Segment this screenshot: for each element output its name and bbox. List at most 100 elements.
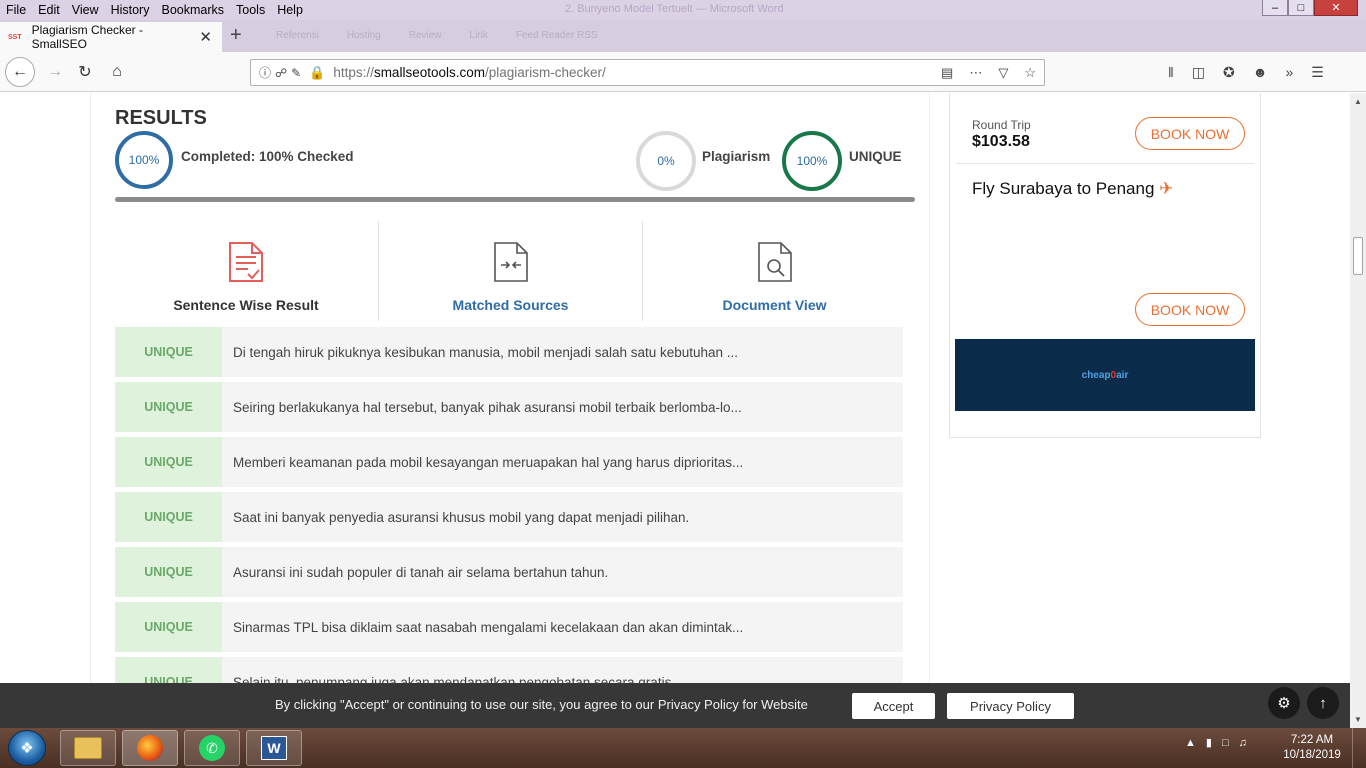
reader-view-icon[interactable]: ▤: [941, 65, 953, 81]
lock-icon: 🔒: [309, 64, 326, 80]
reload-icon[interactable]: ↻: [72, 59, 98, 85]
plagiarism-circle: 0%: [636, 131, 696, 191]
clock-date: 10/18/2019: [1283, 749, 1341, 761]
back-icon[interactable]: ←: [5, 57, 35, 87]
sentence-list: UNIQUE Di tengah hiruk pikuknya kesibuka…: [115, 327, 903, 683]
completed-circle: 100%: [115, 131, 173, 189]
power-icon[interactable]: ▮: [1206, 736, 1212, 749]
sentence-text: Seiring berlakukanya hal tersebut, banya…: [233, 399, 742, 415]
volume-icon[interactable]: ♫: [1239, 737, 1247, 749]
page-content: RESULTS 100% Completed: 100% Checked 0% …: [0, 93, 1350, 683]
sentence-row[interactable]: UNIQUE Asuransi ini sudah populer di tan…: [115, 547, 903, 597]
taskbar-explorer[interactable]: [60, 730, 116, 766]
menu-tools[interactable]: Tools: [230, 3, 271, 17]
plagiarism-label: Plagiarism: [702, 149, 771, 164]
status-badge: UNIQUE: [115, 437, 222, 487]
sentence-text: Asuransi ini sudah populer di tanah air …: [233, 564, 609, 580]
scroll-up-icon[interactable]: ▲: [1354, 97, 1362, 106]
favicon: SST: [8, 33, 22, 41]
sentence-row[interactable]: UNIQUE Di tengah hiruk pikuknya kesibuka…: [115, 327, 903, 377]
show-desktop-button[interactable]: [1352, 728, 1366, 768]
tab-label: Document View: [722, 297, 827, 313]
window-controls: – □ ✕: [1262, 0, 1358, 16]
sentence-text: Sinarmas TPL bisa diklaim saat nasabah m…: [233, 619, 744, 635]
unique-circle: 100%: [782, 131, 842, 191]
sentence-row[interactable]: UNIQUE Selain itu, penumpang juga akan m…: [115, 657, 903, 683]
status-badge: UNIQUE: [115, 547, 222, 597]
status-badge: UNIQUE: [115, 657, 222, 683]
hamburger-menu-icon[interactable]: ☰: [1311, 64, 1324, 81]
taskbar-whatsapp[interactable]: ✆: [184, 730, 240, 766]
bookmark-item[interactable]: Feed Reader RSS: [516, 30, 598, 41]
home-icon[interactable]: ⌂: [104, 59, 130, 85]
tab-document-view[interactable]: Document View: [642, 221, 906, 321]
page-scrollbar[interactable]: ▲ ▼: [1350, 93, 1366, 728]
bookmark-item[interactable]: Review: [409, 30, 442, 41]
book-now-button-2[interactable]: BOOK NOW: [1135, 293, 1245, 326]
unique-label: UNIQUE: [849, 149, 902, 164]
completed-label: Completed: 100% Checked: [181, 149, 354, 164]
taskbar-word[interactable]: W: [246, 730, 302, 766]
tray-expand-icon[interactable]: ▲: [1185, 737, 1196, 749]
scroll-top-icon[interactable]: ↑: [1307, 687, 1339, 719]
minimize-icon[interactable]: –: [1262, 0, 1288, 16]
scroll-down-icon[interactable]: ▼: [1354, 715, 1362, 724]
bookmark-item[interactable]: Hosting: [347, 30, 381, 41]
book-now-button[interactable]: BOOK NOW: [1135, 117, 1245, 150]
sentence-text: Di tengah hiruk pikuknya kesibukan manus…: [233, 344, 739, 360]
extension-icon[interactable]: ✪: [1223, 64, 1235, 81]
word-icon: W: [261, 736, 287, 760]
menu-view[interactable]: View: [66, 3, 105, 17]
cheapoair-logo[interactable]: cheap 0 air: [955, 339, 1255, 411]
clock-time: 7:22 AM: [1290, 734, 1334, 746]
menu-bookmarks[interactable]: Bookmarks: [155, 3, 230, 17]
sentence-text: Memberi keamanan pada mobil kesayangan m…: [233, 454, 744, 470]
whatsapp-icon: ✆: [199, 735, 225, 761]
account-icon[interactable]: ☻: [1253, 64, 1268, 81]
firefox-icon: [137, 735, 163, 761]
status-badge: UNIQUE: [115, 602, 222, 652]
scroll-thumb[interactable]: [1353, 237, 1363, 275]
sentence-row[interactable]: UNIQUE Seiring berlakukanya hal tersebut…: [115, 382, 903, 432]
maximize-icon[interactable]: □: [1288, 0, 1314, 16]
start-button-icon[interactable]: ❖: [8, 730, 46, 766]
cookie-banner: By clicking "Accept" or continuing to us…: [0, 683, 1350, 728]
tab-bar: SST Plagiarism Checker - SmallSEO ✕ + Re…: [0, 20, 1366, 52]
menu-help[interactable]: Help: [271, 3, 309, 17]
sentence-row[interactable]: UNIQUE Sinarmas TPL bisa diklaim saat na…: [115, 602, 903, 652]
cookie-text: By clicking "Accept" or continuing to us…: [275, 697, 808, 712]
bookmark-star-icon[interactable]: ☆: [1024, 65, 1036, 81]
network-icon[interactable]: □: [1222, 737, 1229, 749]
ad-route-text: Fly Surabaya to Penang: [972, 179, 1155, 198]
ad-trip-type: Round Trip: [972, 118, 1031, 132]
overflow-icon[interactable]: »: [1286, 64, 1294, 81]
menu-edit[interactable]: Edit: [32, 3, 66, 17]
bookmark-item[interactable]: Lirik: [470, 30, 488, 41]
status-badge: UNIQUE: [115, 382, 222, 432]
close-window-icon[interactable]: ✕: [1314, 0, 1358, 16]
menu-file[interactable]: File: [0, 3, 32, 17]
privacy-policy-button[interactable]: Privacy Policy: [947, 693, 1074, 719]
sidebar-icon[interactable]: ◫: [1192, 64, 1205, 81]
url-bar[interactable]: ⓘ☍✎ 🔒 https:// smallseotools.com /plagia…: [250, 59, 1045, 86]
document-search-icon: [757, 242, 792, 282]
site-info-icon[interactable]: ⓘ☍✎: [259, 64, 305, 81]
sentence-row[interactable]: UNIQUE Memberi keamanan pada mobil kesay…: [115, 437, 903, 487]
clock[interactable]: 7:22 AM 10/18/2019: [1282, 733, 1342, 763]
library-icon[interactable]: ‖: [1168, 64, 1174, 81]
system-tray: ▲ ▮ □ ♫: [1185, 736, 1247, 750]
close-tab-icon[interactable]: ✕: [199, 28, 212, 46]
tab-matched-sources[interactable]: Matched Sources: [378, 221, 642, 321]
bookmark-item[interactable]: Referensi: [276, 30, 319, 41]
tab-sentence-wise[interactable]: Sentence Wise Result: [114, 221, 378, 321]
bug-report-icon[interactable]: ⚙: [1268, 687, 1300, 719]
new-tab-icon[interactable]: +: [230, 24, 242, 47]
pocket-icon[interactable]: ▽: [998, 65, 1008, 81]
menu-history[interactable]: History: [105, 3, 156, 17]
sentence-row[interactable]: UNIQUE Saat ini banyak penyedia asuransi…: [115, 492, 903, 542]
page-actions-icon[interactable]: ⋯: [969, 65, 982, 81]
browser-tab[interactable]: SST Plagiarism Checker - SmallSEO ✕: [0, 22, 222, 52]
accept-button[interactable]: Accept: [852, 693, 935, 719]
forward-icon[interactable]: →: [42, 59, 68, 85]
taskbar-firefox[interactable]: [122, 730, 178, 766]
